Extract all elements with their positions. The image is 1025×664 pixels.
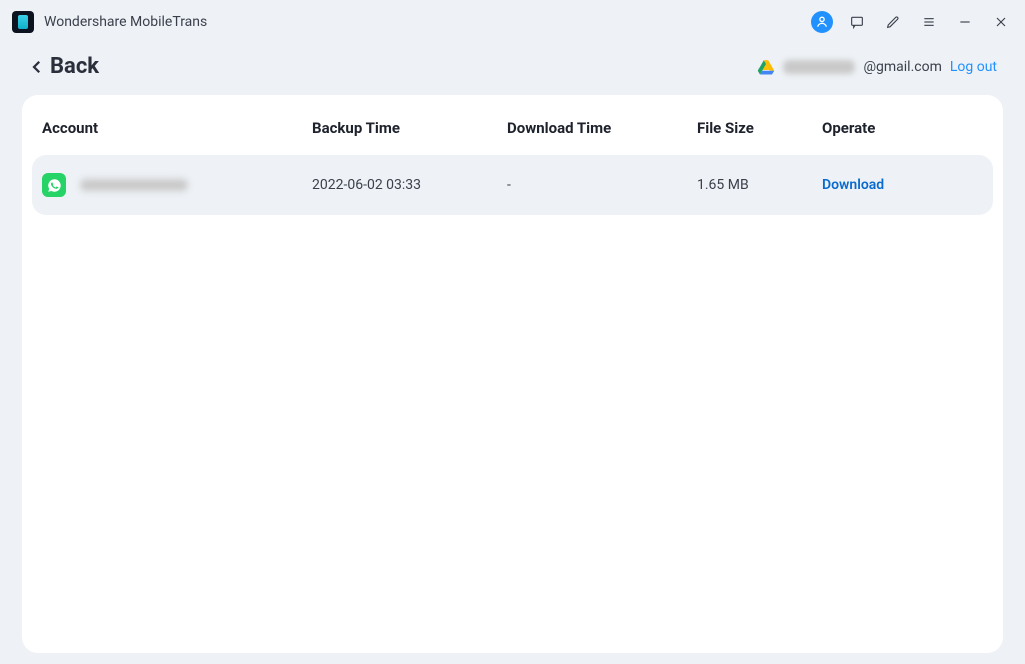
titlebar: Wondershare MobileTrans <box>0 0 1025 44</box>
titlebar-left: Wondershare MobileTrans <box>12 11 207 33</box>
user-account-icon[interactable] <box>811 11 833 33</box>
close-button[interactable] <box>989 10 1013 34</box>
edit-icon[interactable] <box>881 10 905 34</box>
app-logo-icon <box>12 11 34 33</box>
cell-file-size: 1.65 MB <box>697 177 822 193</box>
table-row: 2022-06-02 03:33 - 1.65 MB Download <box>32 155 993 215</box>
titlebar-right <box>811 10 1013 34</box>
email-suffix: @gmail.com <box>863 59 941 75</box>
cell-backup-time: 2022-06-02 03:33 <box>312 177 507 193</box>
menu-icon[interactable] <box>917 10 941 34</box>
cell-account <box>42 173 312 197</box>
col-operate: Operate <box>822 119 983 137</box>
redacted-account-name <box>80 179 188 191</box>
col-backup-time: Backup Time <box>312 119 507 137</box>
google-drive-icon <box>757 58 775 76</box>
whatsapp-icon <box>42 173 66 197</box>
page-header: Back @gmail.com Log out <box>0 44 1025 95</box>
col-download-time: Download Time <box>507 119 697 137</box>
back-label: Back <box>50 54 99 79</box>
col-file-size: File Size <box>697 119 822 137</box>
app-title: Wondershare MobileTrans <box>44 14 207 30</box>
redacted-email-prefix <box>783 60 855 74</box>
backup-card: Account Backup Time Download Time File S… <box>22 95 1003 653</box>
back-button[interactable]: Back <box>28 54 99 79</box>
cell-download-time: - <box>507 177 697 193</box>
table-header: Account Backup Time Download Time File S… <box>32 107 993 155</box>
download-link[interactable]: Download <box>822 177 884 193</box>
account-info: @gmail.com Log out <box>757 58 997 76</box>
feedback-icon[interactable] <box>845 10 869 34</box>
chevron-left-icon <box>28 58 46 76</box>
col-account: Account <box>42 119 312 137</box>
minimize-button[interactable] <box>953 10 977 34</box>
logout-link[interactable]: Log out <box>950 59 997 75</box>
